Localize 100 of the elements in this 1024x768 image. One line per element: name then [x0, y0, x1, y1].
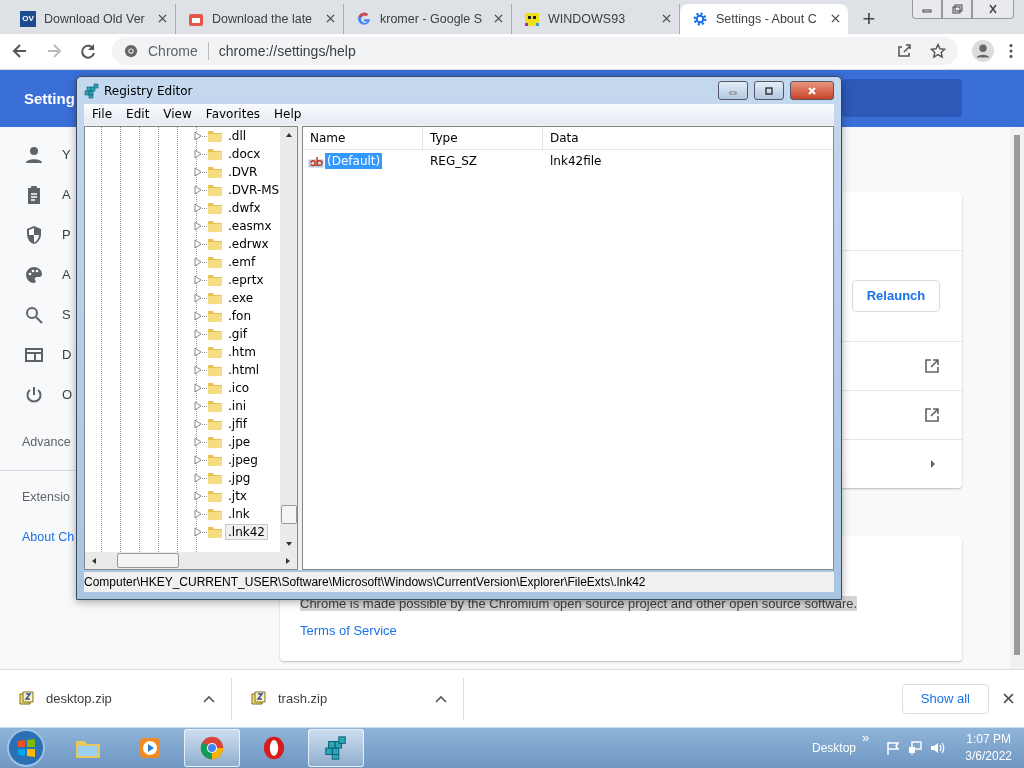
tree-item[interactable]: .DVR: [225, 164, 261, 180]
arrow-down-icon[interactable]: [284, 541, 293, 547]
tree-item[interactable]: .htm: [225, 344, 259, 360]
column-header[interactable]: Type: [423, 127, 543, 149]
tree-item[interactable]: .ini: [225, 398, 250, 414]
menu-icon[interactable]: [1008, 42, 1014, 61]
browser-tab[interactable]: Settings - About C: [680, 3, 848, 34]
tree-item[interactable]: .lnk42: [225, 524, 268, 540]
menu-item[interactable]: A: [62, 187, 71, 203]
folder-icon: [207, 291, 223, 305]
menu-item[interactable]: P: [62, 227, 71, 243]
download-item[interactable]: desktop.zip: [0, 677, 232, 720]
new-tab-button[interactable]: +: [854, 3, 884, 34]
tree-item[interactable]: .jtx: [225, 488, 250, 504]
tree-item[interactable]: .dwfx: [225, 200, 264, 216]
close-icon[interactable]: [1003, 693, 1014, 705]
scrollbar[interactable]: [85, 552, 297, 569]
tree-item[interactable]: .dll: [225, 128, 250, 144]
terms-link[interactable]: Terms of Service: [300, 622, 397, 638]
close-button[interactable]: [972, 0, 1014, 19]
tree-item[interactable]: .jpg: [225, 470, 254, 486]
close-icon[interactable]: [831, 14, 840, 24]
menu-item[interactable]: S: [62, 307, 71, 323]
tree-item[interactable]: .jpe: [225, 434, 254, 450]
search-icon[interactable]: [24, 304, 44, 325]
tree-item[interactable]: .jfif: [225, 416, 250, 432]
menu-item[interactable]: O: [62, 387, 73, 403]
tree-item[interactable]: .jpeg: [225, 452, 261, 468]
caret-up-icon[interactable]: [435, 694, 447, 703]
folder-icon: [207, 507, 223, 521]
close-icon[interactable]: [662, 14, 671, 24]
address-bar[interactable]: Chrome chrome://settings/help: [112, 37, 958, 66]
menu-item[interactable]: A: [62, 267, 71, 283]
column-header[interactable]: Name: [303, 127, 423, 149]
person-icon[interactable]: [24, 144, 44, 165]
scroll-thumb[interactable]: [280, 505, 297, 524]
shield-icon[interactable]: [24, 224, 44, 245]
folder-icon: [207, 255, 223, 269]
tree-item[interactable]: .ico: [225, 380, 253, 396]
scrollbar[interactable]: [280, 127, 297, 552]
arrow-up-icon[interactable]: [284, 132, 293, 138]
browser-tab[interactable]: Download the late: [176, 3, 344, 34]
search-field[interactable]: [842, 79, 962, 118]
restore-button[interactable]: [942, 0, 972, 19]
about-link[interactable]: About Ch: [22, 516, 75, 557]
power-icon[interactable]: [24, 384, 44, 405]
tree-item[interactable]: .lnk: [225, 506, 253, 522]
show-all-button[interactable]: Show all: [901, 683, 989, 714]
external-link-icon[interactable]: [924, 406, 940, 423]
arrow-right-icon[interactable]: [930, 458, 936, 469]
tree-item[interactable]: .eprtx: [225, 272, 267, 288]
caret-up-icon[interactable]: [203, 694, 215, 703]
pixel-ghost-icon: [524, 10, 540, 27]
browser-tab[interactable]: WINDOWS93: [512, 3, 680, 34]
tree-item[interactable]: .edrwx: [225, 236, 272, 252]
taskbar-button[interactable]: [184, 729, 240, 767]
tree-item[interactable]: .emf: [225, 254, 259, 270]
volume-icon[interactable]: [929, 740, 946, 756]
flag-icon[interactable]: [885, 740, 902, 756]
tree-item[interactable]: .DVR-MS: [225, 182, 280, 198]
tree-item[interactable]: .html: [225, 362, 263, 378]
close-button[interactable]: [790, 81, 834, 100]
string-value-icon: [308, 154, 324, 168]
menu-item[interactable]: View: [163, 107, 192, 121]
column-header[interactable]: Data: [543, 127, 833, 149]
browser-tab[interactable]: kromer - Google S: [344, 3, 512, 34]
menu-item[interactable]: Help: [274, 107, 302, 121]
window-title: Registry Editor: [104, 83, 193, 98]
menu-item[interactable]: D: [62, 347, 72, 363]
extensions-link[interactable]: Extensio: [22, 476, 70, 517]
menu-item[interactable]: Y: [62, 147, 71, 163]
arrow-left-icon[interactable]: [91, 556, 97, 565]
palette-icon[interactable]: [24, 264, 44, 285]
share-icon[interactable]: [896, 43, 912, 60]
browser-tab[interactable]: OV Download Old Ver: [8, 3, 176, 34]
network-icon[interactable]: [907, 740, 924, 756]
advanced-toggle[interactable]: Advance: [22, 414, 71, 470]
start-button[interactable]: [6, 728, 46, 768]
menu-item[interactable]: Favorites: [205, 107, 261, 121]
menu-item[interactable]: File: [92, 107, 113, 121]
close-icon[interactable]: [494, 14, 503, 24]
relaunch-button[interactable]: Relaunch: [852, 279, 940, 312]
menu-item[interactable]: Edit: [126, 107, 150, 121]
star-icon[interactable]: [930, 43, 946, 60]
maximize-button[interactable]: [754, 81, 784, 100]
tree-item[interactable]: .easmx: [225, 218, 275, 234]
page-scrollbar[interactable]: [1010, 126, 1024, 670]
close-icon[interactable]: [326, 14, 335, 24]
tree-item[interactable]: .gif: [225, 326, 250, 342]
taskbar-button[interactable]: [308, 729, 364, 767]
minimize-button[interactable]: [718, 81, 748, 100]
close-icon[interactable]: [158, 14, 167, 24]
download-item[interactable]: trash.zip: [232, 677, 464, 720]
arrow-right-icon[interactable]: [285, 556, 291, 565]
profile-avatar-icon[interactable]: [972, 40, 994, 63]
tree-item[interactable]: .docx: [225, 146, 264, 162]
tree-item[interactable]: .exe: [225, 290, 257, 306]
external-link-icon[interactable]: [924, 357, 940, 374]
scroll-thumb[interactable]: [117, 553, 179, 568]
tree-item[interactable]: .fon: [225, 308, 254, 324]
